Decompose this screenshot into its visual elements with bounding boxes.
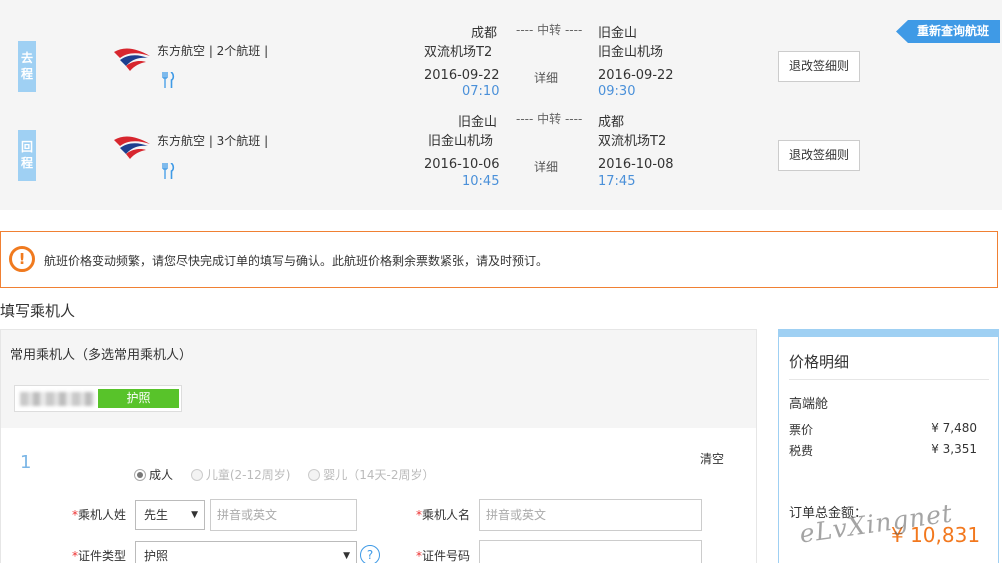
outbound-to-city: 旧金山 — [598, 26, 638, 41]
radio-dot-selected — [134, 469, 146, 481]
return-dep-date: 2016-10-06 — [424, 157, 500, 172]
type-infant-radio[interactable]: 婴儿（14天-2周岁） — [308, 466, 435, 483]
return-from-airport: 旧金山机场 — [428, 134, 494, 149]
fare-row: 票价 ¥ 7,480 — [789, 421, 977, 437]
radio-dot — [190, 469, 203, 481]
outbound-detail-link[interactable]: 详细 — [534, 69, 558, 86]
idno-label: *证件号码 — [416, 549, 471, 563]
divider — [789, 379, 989, 380]
blurred-name — [20, 392, 95, 406]
type-infant-label: 婴儿（14天-2周岁） — [323, 468, 435, 482]
idtype-select[interactable]: 护照 ▼ — [135, 541, 357, 563]
outbound-to-airport: 旧金山机场 — [598, 45, 664, 60]
fare-value: ¥ 7,480 — [931, 421, 977, 435]
type-adult-label: 成人 — [149, 468, 174, 482]
outbound-arr-time: 09:30 — [598, 84, 636, 99]
flight-summary: 重新查询航班 去程 东方航空 | 2个航班 | 成都 双流机场T2 ---- 中… — [0, 0, 1002, 210]
outbound-arr-date: 2016-09-22 — [598, 68, 674, 83]
tax-value: ¥ 3,351 — [931, 442, 977, 456]
fork-knife-icon — [162, 72, 175, 88]
question-circle-icon[interactable]: ? — [360, 545, 380, 563]
return-dep-time: 10:45 — [462, 174, 500, 189]
outbound-dep-date: 2016-09-22 — [424, 68, 500, 83]
notice-text: 航班价格变动频繁，请您尽快完成订单的填写与确认。此航班价格剩余票数紧张，请及时预… — [44, 254, 549, 268]
passenger-index: 1 — [20, 452, 32, 473]
return-arr-time: 17:45 — [598, 174, 636, 189]
type-adult-radio[interactable]: 成人 — [134, 466, 173, 483]
section-title: 填写乘机人 — [0, 302, 76, 320]
return-arr-date: 2016-10-08 — [598, 157, 674, 172]
return-airline: 东方航空 | 3个航班 | — [157, 134, 269, 148]
type-child-label: 儿童(2-12周岁) — [205, 468, 291, 482]
china-eastern-logo-icon — [114, 136, 150, 159]
return-transfer: ---- 中转 ---- — [516, 112, 583, 126]
title-select[interactable]: 先生 ▼ — [135, 500, 205, 530]
caret-down-icon: ▼ — [343, 551, 350, 561]
outbound-airline: 东方航空 | 2个航班 | — [157, 44, 269, 58]
radio-dot — [308, 469, 321, 481]
return-from-city: 旧金山 — [457, 115, 497, 130]
passport-tag: 护照 — [98, 389, 179, 408]
caret-down-icon: ▼ — [191, 510, 198, 520]
type-child-radio[interactable]: 儿童(2-12周岁) — [190, 466, 291, 483]
outbound-dep-time: 07:10 — [462, 84, 500, 99]
exclamation-circle-icon: ! — [9, 246, 35, 272]
surname-label: *乘机人姓 — [72, 508, 127, 522]
price-change-notice: ! 航班价格变动频繁，请您尽快完成订单的填写与确认。此航班价格剩余票数紧张，请及… — [0, 231, 998, 288]
fork-knife-icon — [162, 163, 175, 179]
outbound-leg: 去程 东方航空 | 2个航班 | 成都 双流机场T2 ---- 中转 ---- … — [0, 14, 1002, 106]
frequent-passengers-title: 常用乘机人（多选常用乘机人） — [10, 348, 193, 363]
price-title: 价格明细 — [789, 353, 850, 371]
return-detail-link[interactable]: 详细 — [534, 158, 558, 175]
outbound-rules-button[interactable]: 退改签细则 — [778, 51, 860, 82]
givenname-input[interactable] — [479, 499, 702, 531]
passenger-panel: 常用乘机人（多选常用乘机人） 护照 1 清空 成人 儿童(2-12周岁) 婴儿（… — [0, 329, 757, 563]
passenger-type-group: 成人 儿童(2-12周岁) 婴儿（14天-2周岁） — [134, 466, 449, 483]
outbound-from-city: 成都 — [470, 26, 497, 41]
return-tag: 回程 — [18, 130, 36, 181]
outbound-from-airport: 双流机场T2 — [424, 45, 493, 60]
cabin-class: 高端舱 — [789, 397, 829, 412]
givenname-label: *乘机人名 — [416, 508, 471, 522]
frequent-passengers: 常用乘机人（多选常用乘机人） 护照 — [1, 330, 756, 428]
return-to-city: 成都 — [598, 115, 625, 130]
return-rules-button[interactable]: 退改签细则 — [778, 140, 860, 171]
idtype-label: *证件类型 — [72, 549, 127, 563]
return-to-airport: 双流机场T2 — [598, 134, 667, 149]
price-detail-panel: 价格明细 高端舱 票价 ¥ 7,480 税费 ¥ 3,351 订单总金额： ¥ 10… — [778, 329, 999, 563]
china-eastern-logo-icon — [114, 48, 150, 71]
clear-button[interactable]: 清空 — [700, 450, 724, 467]
outbound-tag: 去程 — [18, 41, 36, 92]
return-leg: 回程 东方航空 | 3个航班 | 旧金山 旧金山机场 ---- 中转 ---- … — [0, 105, 1002, 197]
surname-input[interactable] — [210, 499, 357, 531]
idno-input[interactable] — [479, 540, 702, 563]
outbound-transfer: ---- 中转 ---- — [516, 23, 583, 37]
frequent-passenger-chip[interactable]: 护照 — [14, 385, 182, 412]
tax-row: 税费 ¥ 3,351 — [789, 442, 977, 458]
